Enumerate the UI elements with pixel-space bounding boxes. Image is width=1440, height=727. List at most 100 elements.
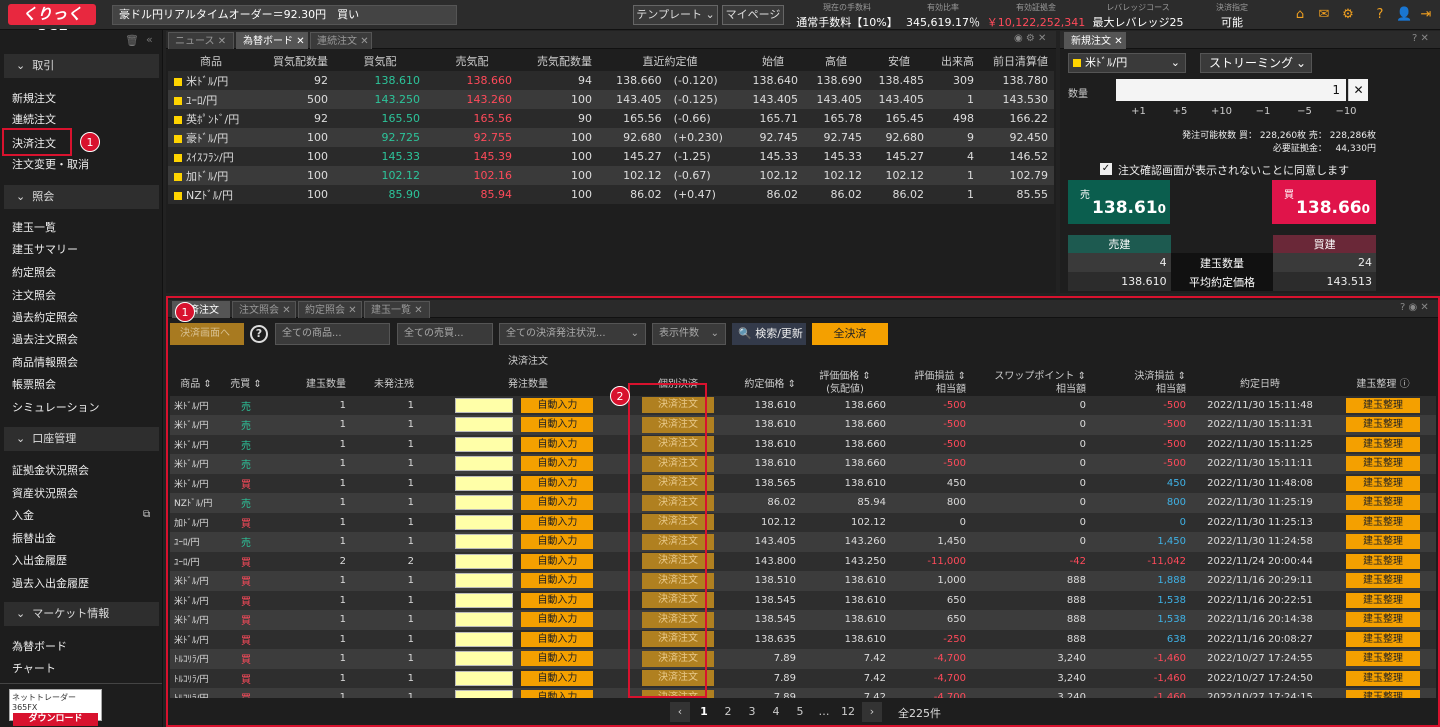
position-cleanup-button[interactable]: 建玉整理 — [1346, 417, 1420, 433]
column-header[interactable]: 約定価格 ⇕ — [718, 370, 800, 396]
auto-fill-button[interactable]: 自動入力 — [521, 534, 594, 550]
mode-select[interactable]: ストリーミング ⌄ — [1200, 53, 1312, 73]
auto-fill-button[interactable]: 自動入力 — [521, 651, 594, 667]
order-qty-input[interactable] — [455, 495, 514, 511]
logout-icon[interactable]: ⇥ — [1418, 7, 1434, 23]
filter-product[interactable]: 全ての商品... — [275, 323, 390, 345]
template-button[interactable]: テンプレート ⌄ — [633, 5, 718, 25]
board-row[interactable]: ｽｲｽﾌﾗﾝ/円 100 145.33 145.39 100 145.27 (-1.25) 1… — [168, 147, 1054, 166]
filter-status[interactable]: 全ての決済発注状況... ⌄ — [499, 323, 646, 345]
sidebar-item-positions[interactable]: 建玉一覧 — [12, 220, 56, 236]
external-link-icon[interactable]: ⧉ — [143, 509, 150, 520]
sidebar-item-order-change[interactable]: 注文変更・取消 — [12, 157, 89, 173]
page-button[interactable]: 5 — [790, 702, 810, 722]
sidebar-item-execution[interactable]: 約定照会 — [12, 265, 56, 281]
sidebar-item-simulation[interactable]: シミュレーション — [12, 400, 100, 416]
download-banner[interactable]: ネットトレーダー365FX ダウンロード — [9, 689, 102, 726]
sidebar-section-market[interactable]: ⌄ マーケット情報 — [4, 602, 159, 626]
sidebar-item-cash-history[interactable]: 入出金履歴 — [12, 553, 67, 569]
order-qty-input[interactable] — [455, 436, 514, 452]
close-icon[interactable]: ✕ — [1114, 36, 1122, 47]
sidebar-item-past-order[interactable]: 過去注文照会 — [12, 332, 78, 348]
qty-step-button[interactable]: −10 — [1326, 103, 1367, 121]
position-cleanup-button[interactable]: 建玉整理 — [1346, 573, 1420, 589]
page-button[interactable]: 3 — [742, 702, 762, 722]
sidebar-item-order-inquiry[interactable]: 注文照会 — [12, 288, 56, 304]
position-cleanup-button[interactable]: 建玉整理 — [1346, 514, 1420, 530]
qty-step-button[interactable]: +1 — [1118, 103, 1159, 121]
page-button[interactable]: 1 — [694, 702, 714, 722]
board-row[interactable]: 加ﾄﾞﾙ/円 100 102.12 102.16 100 102.12 (-0.67) 102… — [168, 166, 1054, 185]
board-row[interactable]: 米ﾄﾞﾙ/円 92 138.610 138.660 94 138.660 (-0.120) 1… — [168, 71, 1054, 90]
column-header[interactable]: 売買 ⇕ — [222, 370, 270, 396]
help-icon[interactable]: ? — [250, 325, 268, 343]
column-header[interactable]: スワップポイント ⇕ 相当額 — [970, 370, 1090, 396]
position-cleanup-button[interactable]: 建玉整理 — [1346, 475, 1420, 491]
position-cleanup-button[interactable]: 建玉整理 — [1346, 397, 1420, 413]
position-cleanup-button[interactable]: 建玉整理 — [1346, 612, 1420, 628]
qty-input[interactable]: 1 — [1116, 79, 1346, 101]
sidebar-item-past-cash-history[interactable]: 過去入出金履歴 — [12, 576, 89, 592]
close-icon[interactable]: ✕ — [360, 36, 368, 47]
qty-step-button[interactable]: +5 — [1160, 103, 1201, 121]
user-icon[interactable]: 👤 — [1396, 7, 1412, 23]
trash-icon[interactable]: 🗑 — [125, 34, 139, 47]
collapse-icon[interactable]: « — [146, 33, 153, 46]
auto-fill-button[interactable]: 自動入力 — [521, 612, 594, 628]
sidebar-item-position-summary[interactable]: 建玉サマリー — [12, 242, 78, 258]
ticker-banner[interactable]: 豪ドル円リアルタイムオーダー＝92.30円 買い — [112, 5, 457, 25]
sidebar-item-product-info[interactable]: 商品情報照会 — [12, 355, 78, 371]
position-cleanup-button[interactable]: 建玉整理 — [1346, 670, 1420, 686]
sidebar-item-chart[interactable]: チャート — [12, 661, 56, 677]
auto-fill-button[interactable]: 自動入力 — [521, 475, 594, 491]
confirm-checkbox[interactable]: ✓ — [1100, 163, 1112, 175]
column-header[interactable]: 評価損益 ⇕ 相当額 — [890, 370, 970, 396]
column-header[interactable]: 決済損益 ⇕ 相当額 — [1090, 370, 1190, 396]
order-qty-input[interactable] — [455, 670, 514, 686]
order-qty-input[interactable] — [455, 475, 514, 491]
position-cleanup-button[interactable]: 建玉整理 — [1346, 436, 1420, 452]
sidebar-item-continuous-order[interactable]: 連続注文 — [12, 112, 56, 128]
qty-step-button[interactable]: −5 — [1284, 103, 1325, 121]
column-header[interactable]: 評価価格 ⇕ (気配値) — [800, 370, 890, 396]
order-qty-input[interactable] — [455, 397, 514, 413]
help-icon[interactable]: ? ◉ ✕ — [1400, 302, 1429, 313]
auto-fill-button[interactable]: 自動入力 — [521, 456, 594, 472]
logo[interactable]: くりっく365 — [8, 4, 96, 44]
next-page-icon[interactable]: › — [862, 702, 882, 722]
sidebar-item-deposit[interactable]: 入金 — [12, 508, 34, 524]
qty-step-button[interactable]: +10 — [1201, 103, 1242, 121]
sidebar-item-fx-board[interactable]: 為替ボード — [12, 639, 67, 655]
auto-fill-button[interactable]: 自動入力 — [521, 631, 594, 647]
board-row[interactable]: 英ﾎﾟﾝﾄﾞ/円 92 165.50 165.56 90 165.56 (-0.66) 165… — [168, 109, 1054, 128]
prev-page-icon[interactable]: ‹ — [670, 702, 690, 722]
tab-positions[interactable]: 建玉一覧 ✕ — [364, 301, 430, 318]
sidebar-item-past-execution[interactable]: 過去約定照会 — [12, 310, 78, 326]
order-qty-input[interactable] — [455, 592, 514, 608]
product-select[interactable]: 米ﾄﾞﾙ/円 ⌄ — [1068, 53, 1186, 73]
position-cleanup-button[interactable]: 建玉整理 — [1346, 534, 1420, 550]
order-qty-input[interactable] — [455, 553, 514, 569]
position-cleanup-button[interactable]: 建玉整理 — [1346, 495, 1420, 511]
auto-fill-button[interactable]: 自動入力 — [521, 495, 594, 511]
close-icon[interactable]: ✕ — [348, 305, 356, 316]
sidebar-item-reports[interactable]: 帳票照会 — [12, 377, 56, 393]
order-qty-input[interactable] — [455, 456, 514, 472]
close-icon[interactable]: ✕ — [296, 36, 304, 47]
filter-count[interactable]: 表示件数 ⌄ — [652, 323, 726, 345]
sidebar-item-asset-status[interactable]: 資産状況照会 — [12, 486, 78, 502]
help-icon[interactable]: ? — [1372, 7, 1388, 23]
sidebar-section-account[interactable]: ⌄ 口座管理 — [4, 427, 159, 451]
close-icon[interactable]: ✕ — [218, 36, 226, 47]
order-qty-input[interactable] — [455, 631, 514, 647]
home-icon[interactable]: ⌂ — [1292, 7, 1308, 23]
sidebar-item-margin-status[interactable]: 証拠金状況照会 — [12, 463, 89, 479]
position-cleanup-button[interactable]: 建玉整理 — [1346, 631, 1420, 647]
tab-fx-board[interactable]: 為替ボード ✕ — [236, 32, 308, 49]
close-icon[interactable]: ✕ — [414, 305, 422, 316]
tab-execution-inquiry[interactable]: 約定照会 ✕ — [298, 301, 362, 318]
order-qty-input[interactable] — [455, 573, 514, 589]
auto-fill-button[interactable]: 自動入力 — [521, 670, 594, 686]
board-row[interactable]: ﾕｰﾛ/円 500 143.250 143.260 100 143.405 (-0.125)… — [168, 90, 1054, 109]
auto-fill-button[interactable]: 自動入力 — [521, 553, 594, 569]
